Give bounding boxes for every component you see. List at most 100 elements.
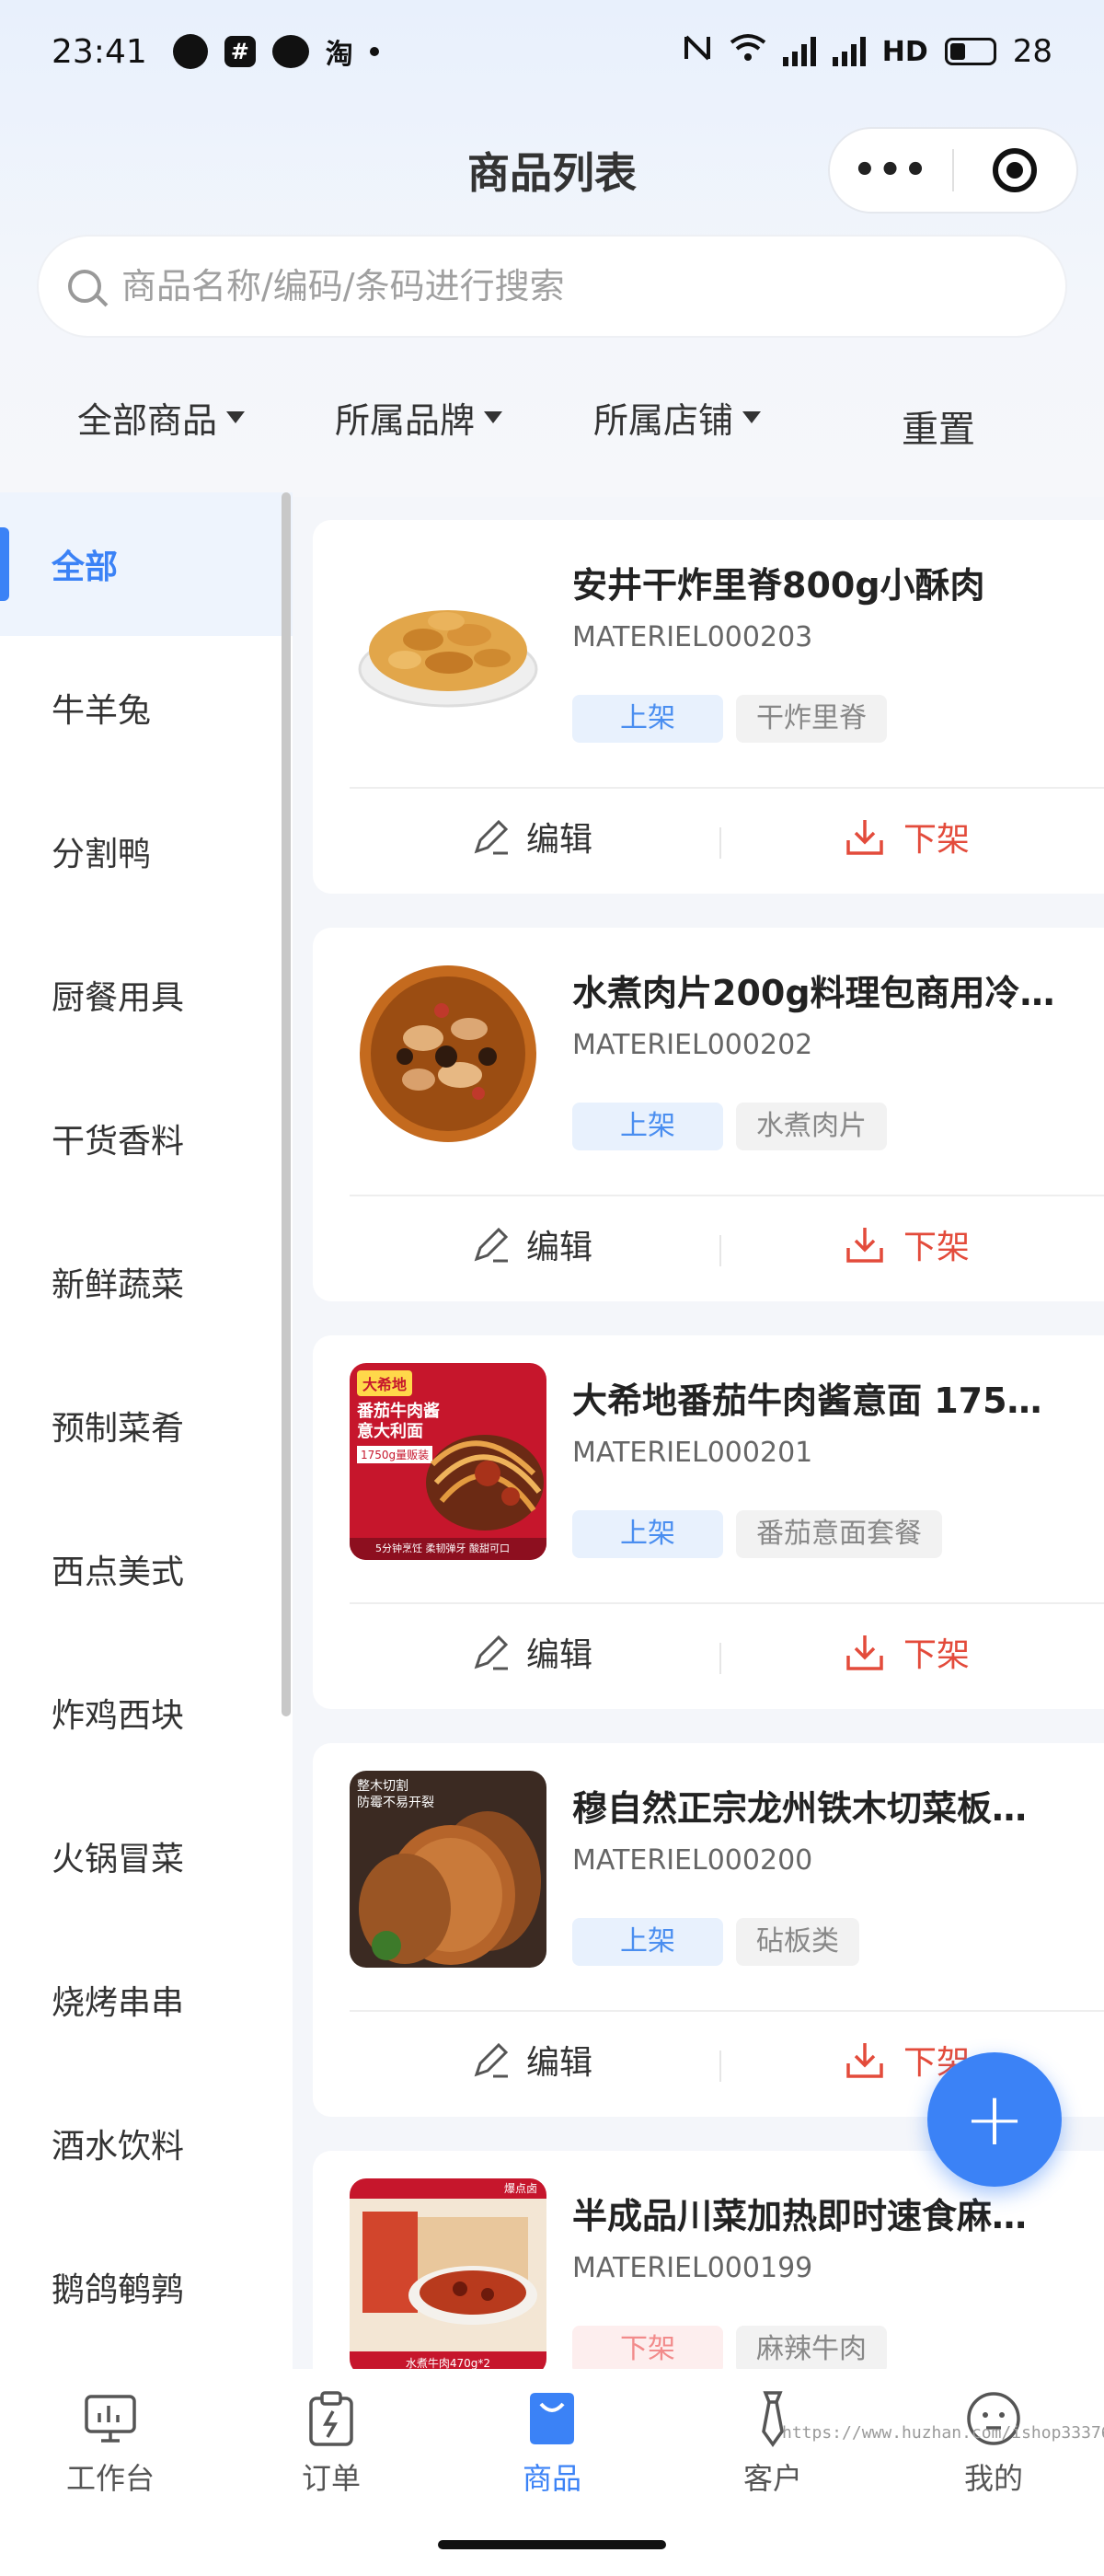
filter-all-products[interactable]: 全部商品 — [77, 392, 246, 443]
category-tag: 番茄意面套餐 — [736, 1510, 942, 1558]
edit-button[interactable]: 编辑 — [471, 813, 592, 861]
more-button[interactable]: ••• — [830, 149, 952, 191]
sidebar-item-hotpot[interactable]: 火锅冒菜 — [0, 1785, 293, 1928]
tab-workbench[interactable]: 工作台 — [0, 2369, 221, 2507]
notification-app-icon — [172, 34, 208, 69]
tab-label: 客户 — [742, 2461, 802, 2496]
edit-icon — [474, 1227, 509, 1263]
battery-level: 28 — [1012, 33, 1052, 70]
product-card[interactable]: 安井干炸里脊800g小酥肉 MATERIEL000203 上架 干炸里脊 编辑 … — [313, 520, 1104, 894]
filter-bar: 全部商品 所属品牌 所属店铺 重置 — [0, 377, 1104, 460]
tab-orders[interactable]: 订单 — [221, 2369, 442, 2507]
delist-button[interactable]: 下架 — [843, 813, 970, 861]
monitor-icon — [85, 2395, 136, 2443]
signal-1-icon — [782, 37, 816, 66]
filter-brand[interactable]: 所属品牌 — [335, 392, 503, 443]
edit-icon — [474, 1635, 509, 1670]
product-code: MATERIEL000202 — [572, 1029, 813, 1061]
category-tag: 砧板类 — [736, 1918, 859, 1966]
caret-down-icon — [742, 411, 762, 423]
delist-label: 下架 — [903, 821, 971, 859]
edit-button[interactable]: 编辑 — [471, 2036, 592, 2084]
sidebar-item-fresh-vegetables[interactable]: 新鲜蔬菜 — [0, 1210, 293, 1354]
product-thumbnail: 整木切割 防霉不易开裂 — [350, 1771, 546, 1968]
product-code: MATERIEL000203 — [572, 621, 813, 653]
edit-button[interactable]: 编辑 — [471, 1628, 592, 1676]
download-icon — [846, 1228, 883, 1263]
sidebar-item-bbq-skewers[interactable]: 烧烤串串 — [0, 1928, 293, 2072]
product-card[interactable]: 水煮肉片200g料理包商用冷… MATERIEL000202 上架 水煮肉片 编… — [313, 928, 1104, 1301]
product-code: MATERIEL000199 — [572, 2252, 813, 2284]
category-tag: 干炸里脊 — [736, 695, 887, 743]
action-separator — [719, 1235, 721, 1266]
delist-button[interactable]: 下架 — [843, 1628, 970, 1676]
category-tag: 水煮肉片 — [736, 1103, 887, 1150]
search-bar[interactable] — [37, 235, 1067, 338]
status-time: 23:41 — [52, 32, 147, 71]
product-thumbnail — [350, 548, 546, 745]
hd-indicator: HD — [881, 35, 928, 68]
filter-label: 所属品牌 — [335, 400, 476, 441]
add-product-button[interactable]: + — [927, 2052, 1062, 2187]
delist-label: 下架 — [903, 1229, 971, 1266]
product-name: 大希地番茄牛肉酱意面 175… — [572, 1380, 1042, 1421]
edit-label: 编辑 — [526, 821, 593, 859]
product-name: 穆自然正宗龙州铁木切菜板… — [572, 1788, 1028, 1829]
status-right: HD 28 — [682, 32, 1052, 71]
download-icon — [846, 2043, 883, 2078]
sidebar-item-dry-spices[interactable]: 干货香料 — [0, 1067, 293, 1210]
sidebar-item-western-pastry[interactable]: 西点美式 — [0, 1497, 293, 1641]
status-badge: 上架 — [572, 1103, 723, 1150]
card-divider — [350, 2010, 1104, 2012]
edit-icon — [474, 2042, 509, 2078]
tab-label: 工作台 — [65, 2461, 155, 2496]
thumb-brand: 大希地 — [357, 1370, 413, 1396]
edit-label: 编辑 — [526, 1229, 593, 1266]
action-separator — [719, 827, 721, 859]
tab-products[interactable]: 商品 — [442, 2369, 662, 2507]
sidebar-item-poultry[interactable]: 鹅鸽鹌鹑 — [0, 2215, 293, 2359]
sidebar-item-prepared-dishes[interactable]: 预制菜肴 — [0, 1354, 293, 1497]
product-code: MATERIEL000201 — [572, 1437, 813, 1469]
thumb-line3: 1750g量贩装 — [357, 1446, 433, 1463]
close-miniapp-button[interactable] — [954, 148, 1076, 192]
filter-label: 全部商品 — [77, 400, 218, 441]
sidebar-item-kitchenware[interactable]: 厨餐用具 — [0, 923, 293, 1067]
search-input[interactable] — [121, 266, 949, 306]
grid-app-icon: # — [224, 36, 256, 67]
sidebar-scrollbar[interactable] — [282, 492, 291, 1716]
food-box-illustration — [362, 2212, 537, 2325]
nfc-icon — [682, 32, 713, 71]
home-indicator[interactable] — [438, 2540, 666, 2549]
thumb-brand: 爆点卤 — [350, 2178, 546, 2199]
tab-label: 我的 — [963, 2461, 1023, 2496]
tab-label: 订单 — [301, 2461, 361, 2496]
notification-dot-icon — [369, 47, 379, 56]
card-divider — [350, 1602, 1104, 1604]
cutting-board-illustration — [359, 1811, 541, 1965]
card-divider — [350, 1195, 1104, 1196]
category-tag: 麻辣牛肉 — [736, 2326, 887, 2374]
reset-button[interactable]: 重置 — [902, 399, 975, 453]
sidebar-item-all[interactable]: 全部 — [0, 492, 293, 636]
sidebar-item-drinks[interactable]: 酒水饮料 — [0, 2072, 293, 2215]
delist-label: 下架 — [903, 1636, 971, 1674]
target-icon — [993, 148, 1038, 192]
clipboard-icon — [309, 2391, 353, 2446]
action-separator — [719, 1643, 721, 1674]
status-badge: 上架 — [572, 1510, 723, 1558]
plus-icon: + — [963, 2076, 1026, 2162]
sidebar-item-fried-chicken[interactable]: 炸鸡西块 — [0, 1641, 293, 1785]
product-card[interactable]: 大希地 番茄牛肉酱 意大利面 1750g量贩装 5分钟烹饪 柔韧弹牙 酸甜可口 … — [313, 1335, 1104, 1709]
miniapp-capsule: ••• — [828, 127, 1078, 214]
filter-store[interactable]: 所属店铺 — [593, 392, 762, 443]
status-badge: 下架 — [572, 2326, 723, 2374]
edit-button[interactable]: 编辑 — [471, 1220, 592, 1268]
status-badge: 上架 — [572, 695, 723, 743]
caret-down-icon — [484, 411, 503, 423]
sidebar-item-beef-lamb-rabbit[interactable]: 牛羊兔 — [0, 636, 293, 780]
product-name: 安井干炸里脊800g小酥肉 — [572, 565, 985, 606]
thumb-line1: 整木切割 — [357, 1779, 408, 1794]
sidebar-item-duck-cuts[interactable]: 分割鸭 — [0, 780, 293, 923]
delist-button[interactable]: 下架 — [843, 1220, 970, 1268]
